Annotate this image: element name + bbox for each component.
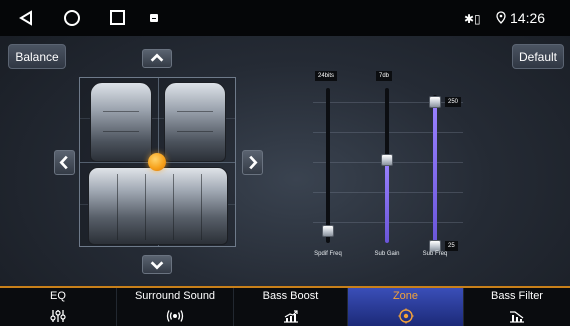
tab-bass-filter-label: Bass Filter: [491, 290, 543, 302]
move-down-button[interactable]: [142, 255, 172, 274]
bass-filter-icon: [510, 311, 524, 323]
move-left-button[interactable]: [54, 150, 75, 175]
move-right-button[interactable]: [242, 150, 263, 175]
clock: 14:26: [510, 10, 546, 26]
bass-boost-icon: [283, 310, 298, 323]
balance-button[interactable]: Balance: [8, 44, 66, 69]
sub-freq-fill: [433, 102, 437, 246]
sub-gain-value-label: 7db: [376, 71, 393, 81]
tab-zone-label: Zone: [392, 290, 419, 302]
tab-bass-boost-label: Bass Boost: [262, 290, 319, 302]
sub-gain-slider-thumb[interactable]: [381, 153, 393, 166]
sub-gain-label: Sub Gain: [374, 251, 400, 257]
spdif-value-label: 24bits: [315, 71, 338, 81]
tab-bass-boost[interactable]: Bass Boost: [234, 288, 348, 326]
surround-sound-icon: [166, 310, 184, 322]
audio-sliders-panel: 24bits Spdif Freq 7db Sub Gain 250 25 Su…: [303, 71, 473, 265]
sub-gain-fill: [385, 159, 389, 243]
spdif-label: Spdif Freq: [314, 251, 342, 257]
notification-icon: [150, 14, 158, 22]
move-up-button[interactable]: [142, 49, 172, 68]
tab-surround-sound[interactable]: Surround Sound: [117, 288, 234, 326]
tab-zone[interactable]: Zone: [348, 288, 464, 326]
spdif-slider-thumb[interactable]: [322, 225, 334, 237]
front-left-seat: [90, 82, 152, 162]
home-icon[interactable]: [64, 10, 80, 26]
sub-freq-label: Sub Freq: [422, 251, 448, 257]
tab-bass-filter[interactable]: Bass Filter: [464, 288, 570, 326]
sub-freq-low-value: 25: [445, 241, 458, 251]
status-bar: ✱▯ 14:26: [0, 0, 570, 36]
spdif-track[interactable]: [326, 88, 330, 243]
rear-seat: [88, 167, 228, 245]
tab-eq[interactable]: EQ: [0, 288, 117, 326]
equalizer-icon: [50, 310, 66, 322]
tab-surround-sound-label: Surround Sound: [134, 290, 216, 302]
sound-focus-point[interactable]: [148, 153, 166, 171]
chevron-down-icon: [150, 261, 164, 270]
recent-apps-icon[interactable]: [110, 10, 125, 25]
bluetooth-icon: ✱▯: [464, 12, 481, 26]
location-icon: [496, 11, 506, 24]
front-right-seat: [164, 82, 226, 162]
chevron-right-icon: [249, 155, 258, 170]
sub-freq-high-value: 250: [445, 97, 462, 107]
bottom-tab-bar: EQ Surround Sound Bass Boost Zone Bass F…: [0, 286, 570, 326]
default-button[interactable]: Default: [512, 44, 564, 69]
back-icon[interactable]: [18, 10, 34, 26]
sub-freq-high-thumb[interactable]: [429, 96, 441, 108]
tab-eq-label: EQ: [50, 290, 66, 302]
chevron-left-icon: [59, 155, 68, 170]
zone-target-icon: [398, 308, 413, 324]
chevron-up-icon: [150, 53, 164, 62]
